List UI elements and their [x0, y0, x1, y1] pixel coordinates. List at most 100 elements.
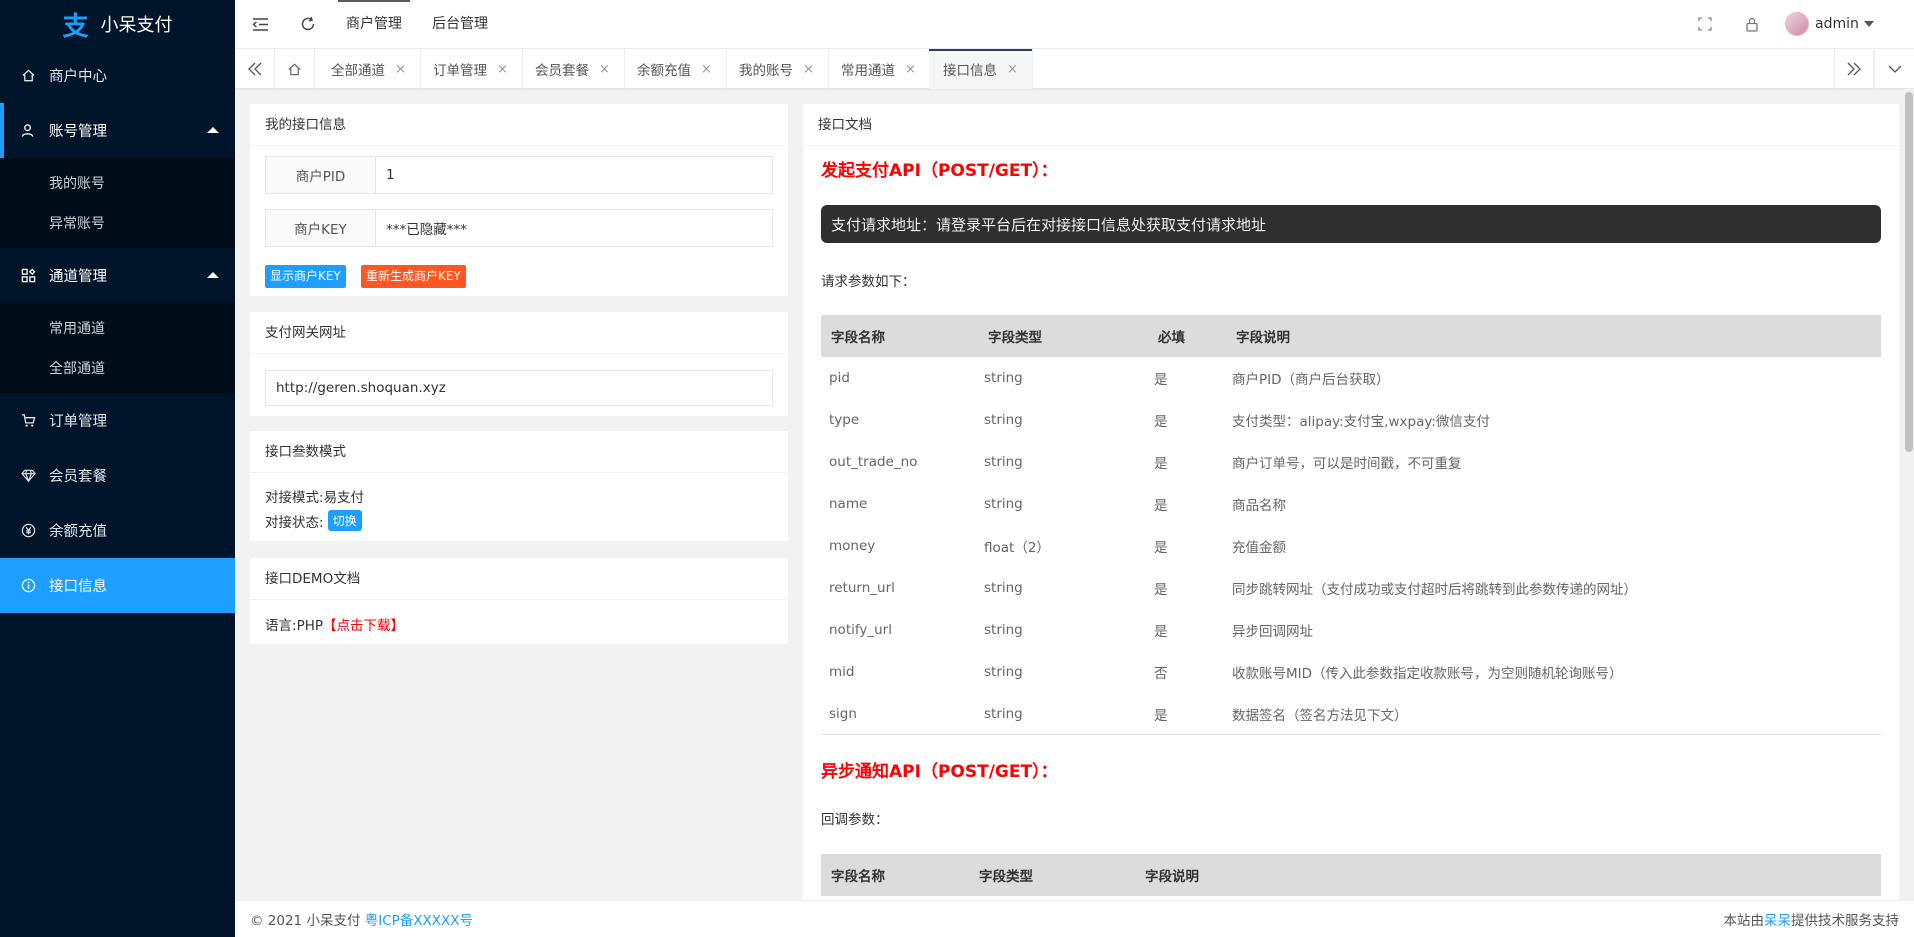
- close-icon[interactable]: ×: [1007, 62, 1018, 77]
- tab-recharge[interactable]: 余额充值 ×: [623, 49, 727, 89]
- demo-card: 接口DEMO文档 语言:PHP【点击下载】: [250, 558, 788, 644]
- key-field[interactable]: ***已隐藏***: [376, 210, 772, 246]
- support-text: 本站由: [1723, 913, 1765, 929]
- sidebar-item-label: 余额充值: [49, 524, 107, 540]
- show-key-button[interactable]: 显示商户KEY: [265, 265, 346, 288]
- table-row: mid string 否 收款账号MID（传入此参数指定收款账号，为空则随机轮询账号）: [821, 651, 1881, 693]
- status-line: 对接状态: 切换: [265, 510, 362, 531]
- cell: 是: [1154, 414, 1168, 430]
- submenu-channel: 常用通道 全部通道: [0, 303, 235, 393]
- user-menu[interactable]: admin: [1785, 0, 1895, 48]
- app-name: 小呆支付: [100, 15, 173, 36]
- cell: 是: [1154, 456, 1168, 472]
- card-title: 我的接口信息: [250, 104, 788, 146]
- support-link[interactable]: 呆呆: [1764, 913, 1791, 929]
- sidebar-item-orders[interactable]: 订单管理: [0, 393, 235, 448]
- my-api-info-card: 我的接口信息 商户PID 1 商户KEY ***已隐藏*** 显示商户KEY 重…: [250, 104, 788, 296]
- header-tab-merchant[interactable]: 商户管理: [338, 0, 410, 48]
- home-icon: [20, 68, 36, 84]
- sidebar-item-account-management[interactable]: 账号管理: [0, 103, 235, 158]
- header-tab-backend[interactable]: 后台管理: [432, 0, 488, 48]
- tab-label: 我的账号: [739, 63, 793, 79]
- sidebar-item-abnormal-account[interactable]: 异常账号: [0, 203, 235, 243]
- sidebar-item-common-channel[interactable]: 常用通道: [0, 308, 235, 348]
- sidebar-item-channel-management[interactable]: 通道管理: [0, 248, 235, 303]
- header-cell: 字段说明: [1236, 330, 1290, 346]
- header-cell: 字段名称: [831, 869, 885, 885]
- regenerate-key-button[interactable]: 重新生成商户KEY: [361, 265, 466, 288]
- tab-all-channels[interactable]: 全部通道 ×: [317, 49, 421, 89]
- icp-link[interactable]: 粤ICP备XXXXX号: [365, 913, 473, 929]
- close-icon[interactable]: ×: [803, 62, 814, 77]
- tab-label: 余额充值: [637, 63, 691, 79]
- sidebar-item-api-info[interactable]: 接口信息: [0, 558, 235, 613]
- scrollbar-thumb[interactable]: [1905, 92, 1913, 452]
- sidebar-item-my-account[interactable]: 我的账号: [0, 163, 235, 203]
- card-title: 接口DEMO文档: [250, 558, 788, 600]
- cell: 同步跳转网址（支付成功或支付超时后将跳转到此参数传递的网址）: [1232, 582, 1637, 598]
- cell: 充值金额: [1232, 540, 1286, 556]
- gateway-card: 支付网关网址 http://geren.shoquan.xyz: [250, 312, 788, 416]
- cart-icon: [20, 413, 36, 429]
- card-title: 接口叁数模式: [250, 431, 788, 473]
- info-icon: [20, 578, 36, 594]
- tab-my-account[interactable]: 我的账号 ×: [725, 49, 829, 89]
- copyright: © 2021 小呆支付: [250, 913, 361, 929]
- tabs-next-icon[interactable]: [1834, 49, 1874, 89]
- chevron-up-icon: [207, 272, 219, 278]
- lock-icon[interactable]: [1739, 0, 1765, 48]
- sidebar-item-merchant-center[interactable]: 商户中心: [0, 48, 235, 103]
- cell: name: [829, 496, 868, 512]
- tab-home-icon[interactable]: [275, 49, 315, 89]
- pid-label: 商户PID: [266, 157, 376, 193]
- close-icon[interactable]: ×: [497, 62, 508, 77]
- cell: string: [984, 370, 1023, 386]
- menu-fold-icon[interactable]: [245, 0, 275, 48]
- sidebar-item-membership[interactable]: 会员套餐: [0, 448, 235, 503]
- cell: 是: [1154, 707, 1168, 724]
- close-icon[interactable]: ×: [905, 62, 916, 77]
- pid-field[interactable]: 1: [376, 157, 772, 193]
- cell: string: [984, 496, 1023, 512]
- close-icon[interactable]: ×: [395, 62, 406, 77]
- sidebar-item-label: 通道管理: [49, 269, 107, 285]
- refresh-icon[interactable]: [293, 0, 323, 48]
- mode-line: 对接模式:易支付: [265, 486, 364, 506]
- notify-api-title: 异步通知API（POST/GET）：: [821, 762, 1058, 782]
- avatar: [1785, 12, 1809, 36]
- gateway-url-field[interactable]: http://geren.shoquan.xyz: [265, 370, 773, 406]
- apps-icon: [20, 268, 36, 284]
- tabs-dropdown-icon[interactable]: [1874, 49, 1914, 89]
- logo[interactable]: 支 小呆支付: [0, 0, 235, 48]
- close-icon[interactable]: ×: [701, 62, 712, 77]
- username: admin: [1815, 16, 1859, 32]
- switch-button[interactable]: 切换: [327, 510, 362, 531]
- support-text: 提供技术服务支持: [1791, 913, 1899, 929]
- cell: float（2）: [984, 540, 1050, 556]
- cell: 是: [1154, 582, 1168, 598]
- tab-orders[interactable]: 订单管理 ×: [419, 49, 523, 89]
- cell: 是: [1154, 624, 1168, 640]
- table-row: name string 是 商品名称: [821, 483, 1881, 525]
- sidebar-item-recharge[interactable]: 余额充值: [0, 503, 235, 558]
- tab-common-channels[interactable]: 常用通道 ×: [827, 49, 931, 89]
- sidebar-item-all-channel[interactable]: 全部通道: [0, 348, 235, 388]
- diamond-icon: [20, 468, 36, 484]
- download-link[interactable]: 【点击下载】: [323, 618, 404, 634]
- fullscreen-icon[interactable]: [1692, 0, 1718, 48]
- demo-line: 语言:PHP【点击下载】: [265, 614, 404, 634]
- mode-value: 易支付: [323, 490, 365, 506]
- tabs-prev-icon[interactable]: [235, 49, 275, 89]
- close-icon[interactable]: ×: [599, 62, 610, 77]
- cell: 商品名称: [1232, 498, 1286, 514]
- tab-api-info[interactable]: 接口信息 ×: [929, 49, 1033, 89]
- tab-membership[interactable]: 会员套餐 ×: [521, 49, 625, 89]
- sidebar: 支 小呆支付 商户中心 账号管理 我的账号 异常账号 通道管理 常用通道 全部通…: [0, 0, 235, 937]
- table-row: type string 是 支付类型：alipay:支付宝,wxpay:微信支付: [821, 399, 1881, 441]
- pay-url-notice: 支付请求地址：请登录平台后在对接接口信息处获取支付请求地址: [821, 205, 1881, 243]
- cell: 是: [1154, 540, 1168, 556]
- cell: sign: [829, 705, 857, 722]
- table-row: notify_url string 是 异步回调网址: [821, 609, 1881, 651]
- callback-params-label: 回调参数：: [821, 812, 889, 828]
- tab-label: 订单管理: [433, 63, 487, 79]
